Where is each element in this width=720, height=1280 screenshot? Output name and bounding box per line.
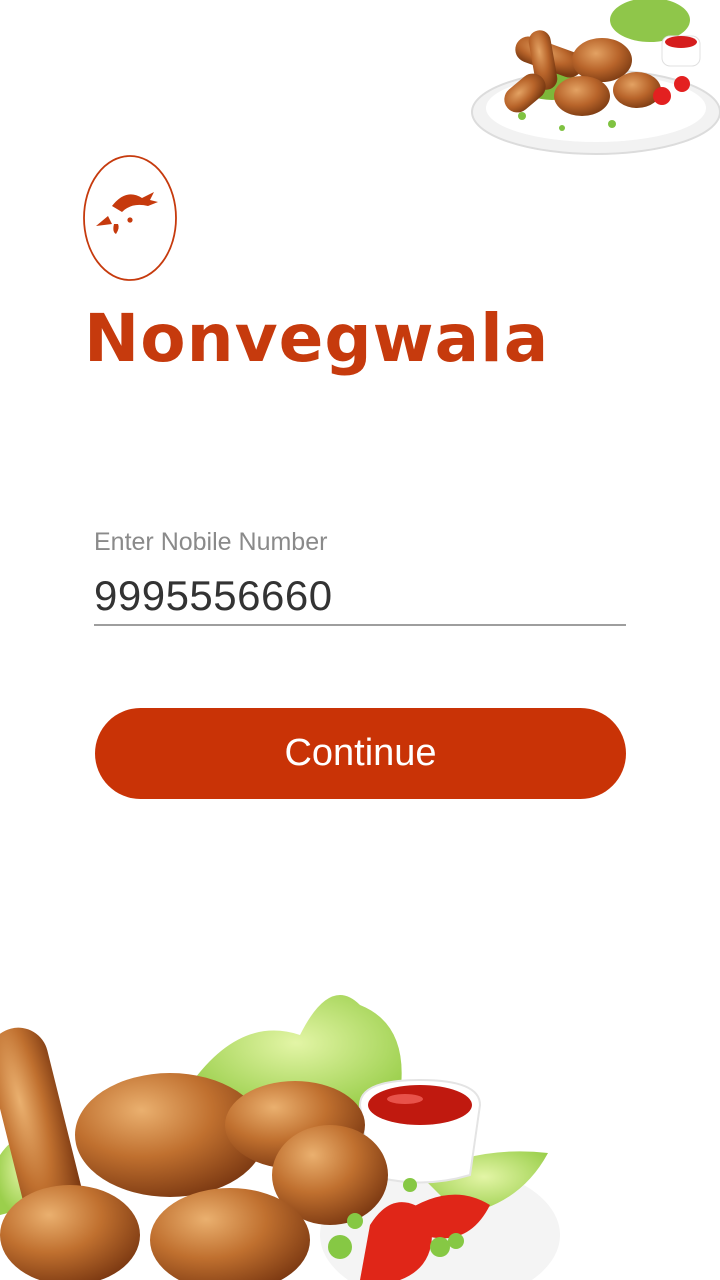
- phone-number-field: Enter Nobile Number: [94, 522, 626, 626]
- egg-with-chicken-icon: [83, 155, 177, 281]
- chicken-plate-image-bottom: [0, 995, 560, 1280]
- login-screen: Nonvegwala Enter Nobile Number Continue: [0, 0, 720, 1280]
- continue-button[interactable]: Continue: [95, 708, 626, 799]
- chicken-plate-image-top: [471, 0, 720, 155]
- phone-number-input[interactable]: [94, 568, 626, 626]
- brand-name: Nonvegwala: [84, 300, 550, 377]
- phone-number-label: Enter Nobile Number: [94, 528, 328, 556]
